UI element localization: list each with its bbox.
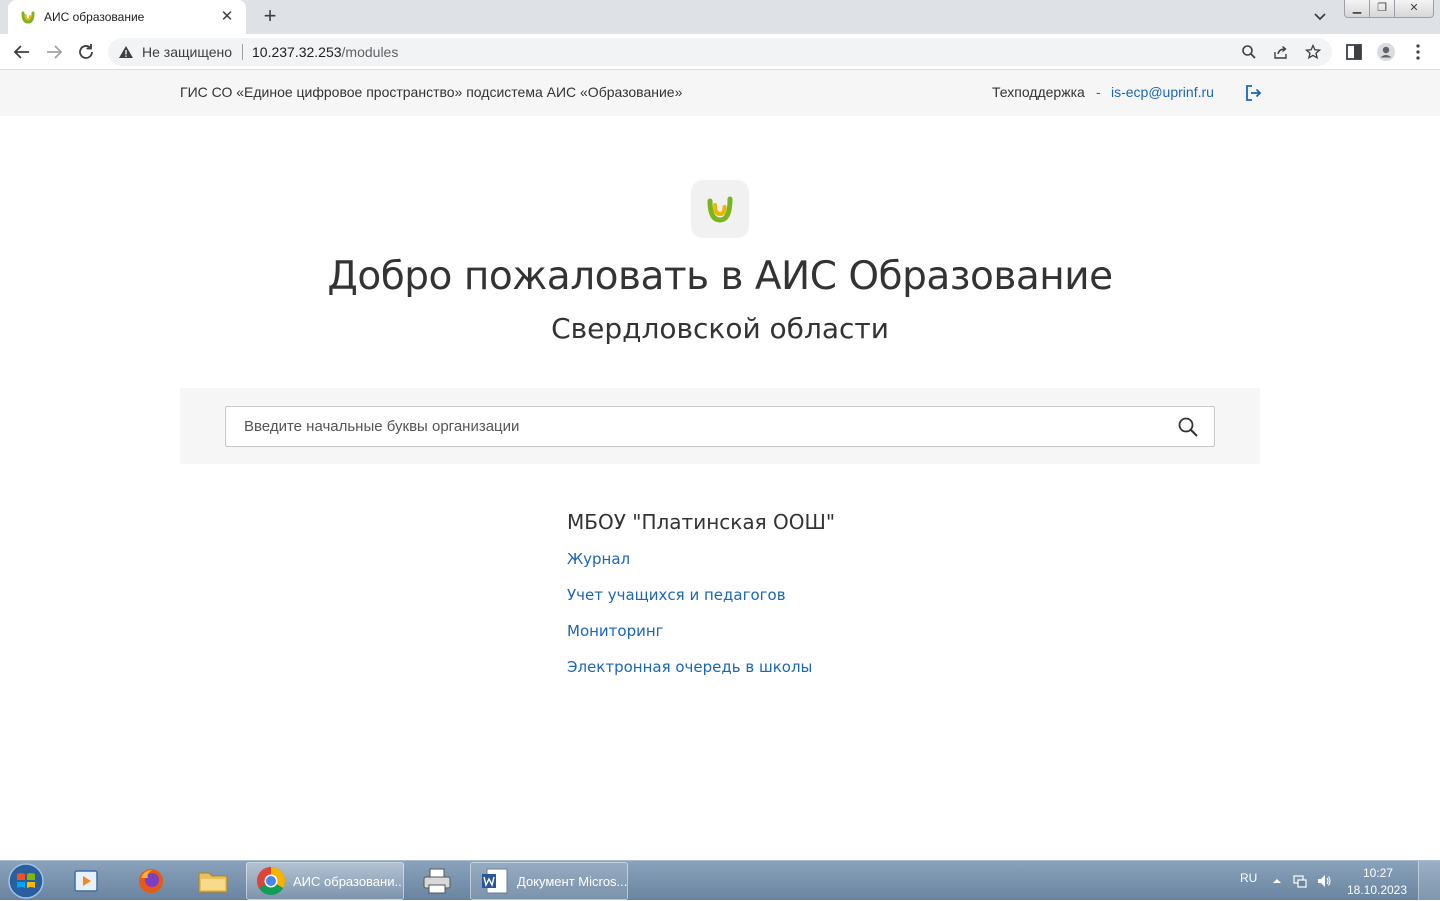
url-host: 10.237.32.253 [252, 44, 342, 60]
bookmark-star-icon[interactable] [1305, 44, 1321, 60]
search-icon[interactable] [1177, 416, 1199, 438]
not-secure-label[interactable]: Не защищено [142, 44, 232, 60]
organization-search-box [225, 406, 1215, 447]
organization-search-panel [180, 388, 1260, 464]
taskbar-task-label: Документ Micros... [517, 873, 628, 889]
file-explorer-pin[interactable] [186, 863, 240, 899]
address-bar[interactable]: Не защищено 10.237.32.253/modules [108, 38, 1332, 66]
side-panel-icon[interactable] [1344, 42, 1364, 62]
media-player-icon [74, 870, 98, 892]
url-text[interactable]: 10.237.32.253/modules [252, 44, 398, 60]
not-secure-warning-icon[interactable] [118, 44, 134, 60]
zoom-icon[interactable] [1241, 44, 1257, 60]
welcome-title: Добро пожаловать в АИС Образование [327, 254, 1113, 299]
new-tab-icon[interactable]: + [258, 4, 282, 28]
word-document-icon [482, 868, 508, 894]
browser-menu-icon[interactable] [1408, 42, 1428, 62]
module-link-students-teachers[interactable]: Учет учащихся и педагогов [567, 586, 786, 604]
tab-title: АИС образование [44, 10, 145, 24]
volume-icon[interactable] [1316, 873, 1332, 889]
clock-date[interactable]: 18.10.2023 [1346, 883, 1408, 897]
browser-tab-strip: АИС образование ✕ + ▁ ❐ ✕ [0, 0, 1440, 34]
site-header: ГИС СО «Единое цифровое пространство» по… [0, 70, 1440, 116]
taskbar-task-label: АИС образовани... [293, 873, 404, 889]
windows-start-button[interactable] [4, 862, 48, 900]
language-indicator[interactable]: RU [1240, 871, 1257, 885]
welcome-subtitle: Свердловской области [551, 312, 889, 345]
module-link-school-queue[interactable]: Электронная очередь в школы [567, 658, 812, 676]
printer-pin[interactable] [410, 863, 464, 899]
taskbar-word-task[interactable]: Документ Micros... [470, 862, 628, 900]
tab-search-chevron-icon[interactable] [1310, 6, 1330, 26]
folder-icon [198, 872, 228, 893]
chrome-icon [257, 867, 285, 895]
browser-tab-active[interactable]: АИС образование ✕ [8, 0, 246, 34]
window-restore-button[interactable]: ❐ [1369, 0, 1395, 18]
taskbar-chrome-task[interactable]: АИС образовани... [246, 862, 404, 900]
browser-toolbar: Не защищено 10.237.32.253/modules [0, 34, 1440, 70]
reload-icon[interactable] [74, 40, 98, 64]
module-link-monitoring[interactable]: Мониторинг [567, 622, 664, 640]
share-icon[interactable] [1273, 44, 1289, 60]
profile-avatar-icon[interactable] [1376, 42, 1396, 62]
windows-taskbar: АИС образовани... Документ Micros... RU … [0, 860, 1440, 901]
forward-arrow-icon[interactable] [42, 40, 66, 64]
tab-close-icon[interactable]: ✕ [218, 8, 236, 26]
firefox-icon [139, 869, 163, 893]
back-arrow-icon[interactable] [10, 40, 34, 64]
support-email-link[interactable]: is-ecp@uprinf.ru [1111, 84, 1214, 100]
firefox-pin[interactable] [124, 863, 178, 899]
hero-logo [691, 180, 749, 238]
logout-icon[interactable] [1243, 83, 1263, 103]
network-icon[interactable] [1292, 873, 1308, 889]
module-link-journal[interactable]: Журнал [567, 550, 630, 568]
media-player-pin[interactable] [60, 863, 114, 899]
printer-icon [423, 868, 451, 894]
support-separator: - [1096, 84, 1101, 100]
url-path: /modules [341, 44, 399, 60]
tray-expand-icon[interactable] [1269, 873, 1285, 889]
site-title: ГИС СО «Единое цифровое пространство» по… [180, 84, 683, 100]
window-minimize-button[interactable]: ▁ [1344, 0, 1370, 18]
support-label: Техподдержка [992, 84, 1085, 100]
site-logo-icon [21, 11, 35, 24]
show-desktop-button[interactable] [1418, 861, 1440, 901]
window-close-button[interactable]: ✕ [1394, 0, 1434, 18]
ais-logo-icon [707, 196, 733, 223]
address-divider [242, 44, 243, 60]
organization-name: МБОУ "Платинская ООШ" [567, 510, 836, 534]
organization-search-input[interactable] [226, 407, 1166, 446]
clock-time[interactable]: 10:27 [1350, 866, 1406, 880]
